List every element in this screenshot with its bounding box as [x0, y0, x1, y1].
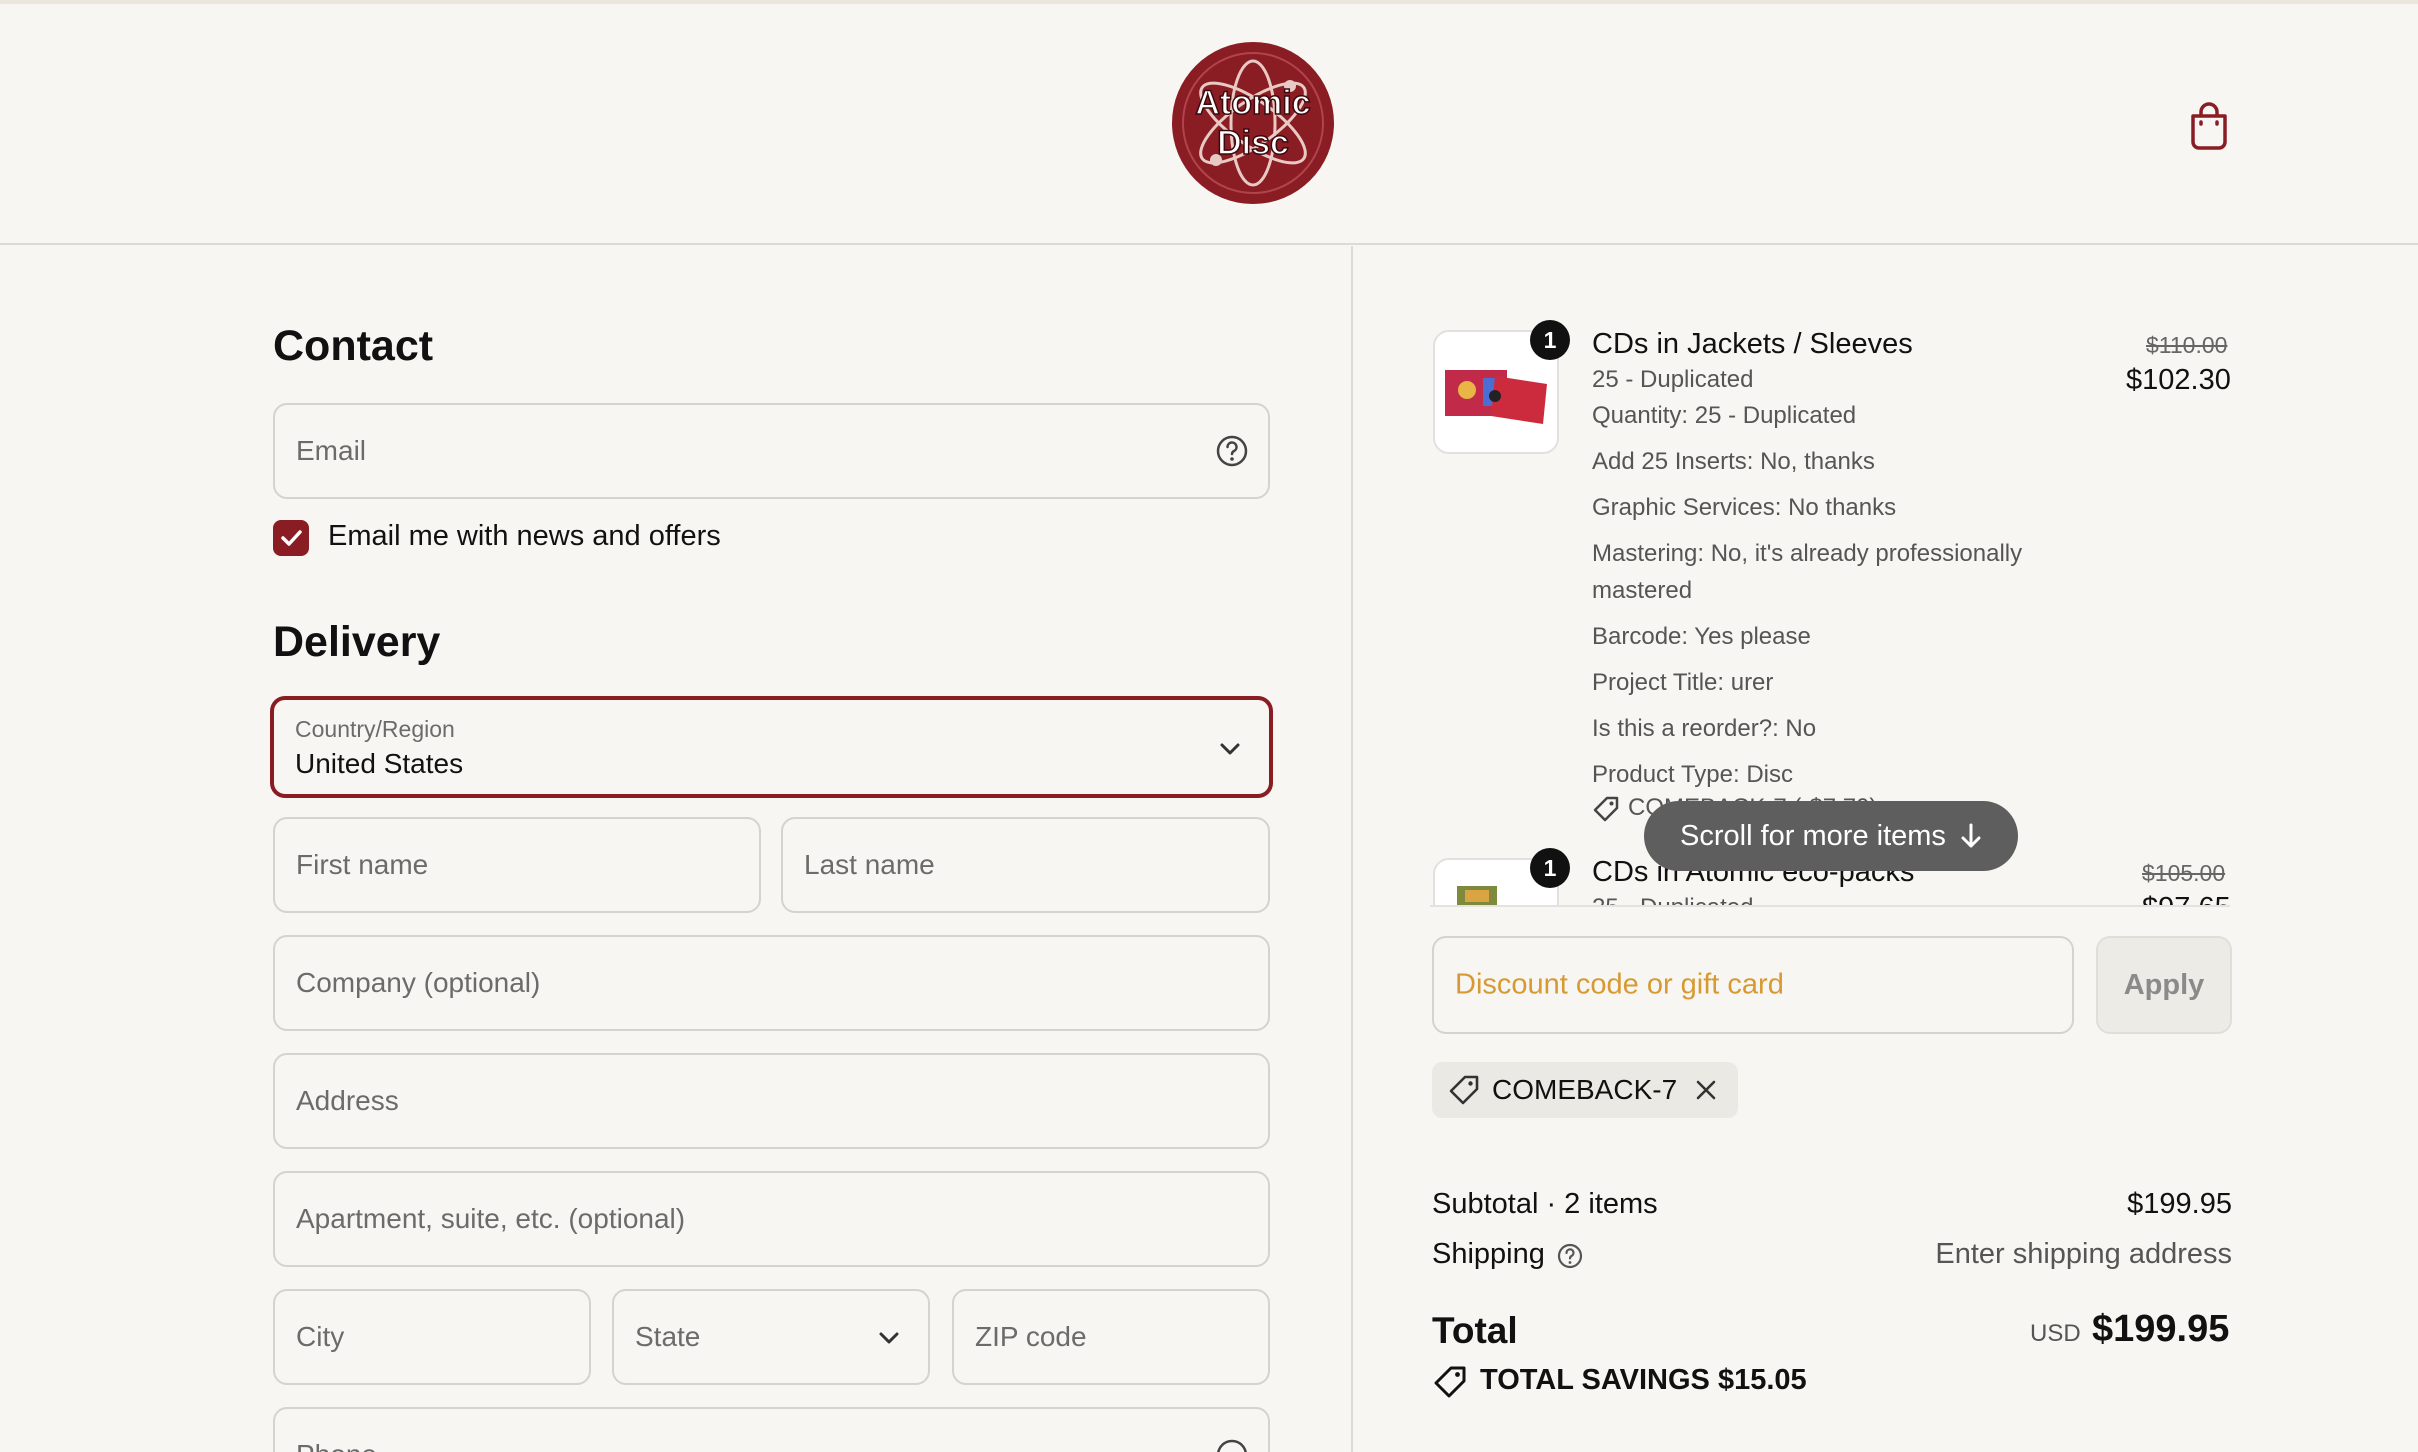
email-placeholder: Email: [296, 435, 367, 466]
company-placeholder: Company (optional): [296, 967, 541, 998]
tag-icon: [1593, 796, 1619, 822]
shipping-value: Enter shipping address: [1935, 1238, 2232, 1270]
zip-code-field[interactable]: ZIP code: [952, 1289, 1270, 1385]
address-placeholder: Address: [296, 1085, 399, 1116]
subtotal-value: $199.95: [2127, 1188, 2232, 1220]
item-detail: Mastering: No, it's already professional…: [1592, 540, 2023, 567]
subtotal-label: Subtotal · 2 items: [1432, 1188, 1658, 1220]
item-detail: Add 25 Inserts: No, thanks: [1592, 448, 1875, 475]
phone-placeholder: Phone: [296, 1439, 377, 1452]
scroll-hint-label: Scroll for more items: [1680, 819, 1946, 852]
country-label: Country/Region: [295, 716, 455, 742]
contact-heading: Contact: [273, 322, 434, 370]
total-value: $199.95: [2092, 1308, 2230, 1350]
state-placeholder: State: [635, 1321, 701, 1352]
first-name-placeholder: First name: [296, 849, 429, 880]
total-currency: USD: [2030, 1320, 2081, 1347]
column-divider: [1351, 246, 1353, 1452]
item-detail: Is this a reorder?: No: [1592, 715, 1817, 742]
city-field[interactable]: City: [273, 1289, 591, 1385]
applied-code: COMEBACK-7: [1492, 1074, 1678, 1105]
item-variant: 25 - Duplicated: [1592, 366, 1754, 393]
newsletter-label[interactable]: Email me with news and offers: [328, 520, 721, 553]
company-field[interactable]: Company (optional): [273, 935, 1270, 1031]
discount-code-input[interactable]: Discount code or gift card: [1432, 936, 2074, 1034]
state-select[interactable]: State: [612, 1289, 930, 1385]
shipping-label: Shipping: [1432, 1238, 1545, 1270]
check-icon: [281, 530, 302, 546]
city-placeholder: City: [296, 1321, 345, 1352]
last-name-placeholder: Last name: [804, 849, 935, 880]
email-field[interactable]: Email: [273, 403, 1270, 499]
address-field[interactable]: Address: [273, 1053, 1270, 1149]
item-original-price: $110.00: [2146, 332, 2228, 358]
phone-field[interactable]: Phone: [273, 1407, 1270, 1452]
item-quantity-badge: 1: [1530, 848, 1570, 888]
item-price: $102.30: [2126, 364, 2231, 396]
item-detail: mastered: [1592, 577, 1693, 604]
item-detail: Quantity: 25 - Duplicated: [1592, 402, 1857, 429]
delivery-heading: Delivery: [273, 618, 441, 666]
atom-logo-icon: Atomic Disc: [1173, 43, 1333, 203]
zip-placeholder: ZIP code: [975, 1321, 1087, 1352]
chevron-down-icon: [879, 1332, 899, 1344]
chevron-down-icon: [1220, 743, 1240, 755]
apartment-placeholder: Apartment, suite, etc. (optional): [296, 1203, 686, 1234]
tag-icon: [1434, 1366, 1466, 1398]
item-quantity-badge: 1: [1530, 320, 1570, 360]
tag-icon: [1449, 1075, 1479, 1105]
logo-text-line2: Disc: [1217, 124, 1289, 162]
scroll-for-more-button[interactable]: Scroll for more items: [1644, 801, 2018, 871]
help-circle-icon[interactable]: [1215, 1438, 1249, 1452]
help-circle-icon[interactable]: [1215, 434, 1249, 468]
item-detail: Product Type: Disc: [1592, 761, 1793, 788]
newsletter-checkbox[interactable]: [273, 520, 309, 556]
atomic-disc-logo[interactable]: Atomic Disc: [1172, 42, 1334, 204]
first-name-field[interactable]: First name: [273, 817, 761, 913]
last-name-field[interactable]: Last name: [781, 817, 1270, 913]
apply-discount-button[interactable]: Apply: [2096, 936, 2232, 1034]
help-circle-icon[interactable]: [1556, 1242, 1584, 1270]
total-savings: TOTAL SAVINGS $15.05: [1480, 1364, 1807, 1397]
country-region-select[interactable]: Country/Region United States: [271, 697, 1272, 797]
item-detail: Barcode: Yes please: [1592, 623, 1811, 650]
logo-text-line1: Atomic: [1195, 84, 1310, 122]
item-original-price: $105.00: [2142, 860, 2226, 886]
arrow-down-icon: [1961, 823, 1981, 848]
applied-discount-chip: COMEBACK-7: [1432, 1062, 1738, 1118]
close-icon[interactable]: [1694, 1078, 1718, 1102]
savings-label: TOTAL SAVINGS: [1480, 1364, 1710, 1396]
item-detail: Graphic Services: No thanks: [1592, 494, 1897, 521]
item-title: CDs in Jackets / Sleeves: [1592, 328, 1913, 360]
total-label: Total: [1432, 1310, 1518, 1351]
apartment-field[interactable]: Apartment, suite, etc. (optional): [273, 1171, 1270, 1267]
country-value: United States: [295, 748, 464, 779]
item-detail: Project Title: urer: [1592, 669, 1774, 696]
savings-value: $15.05: [1717, 1364, 1807, 1396]
shopping-bag-icon[interactable]: [2187, 100, 2231, 150]
header: Atomic Disc: [0, 0, 2418, 245]
line-items-scroll-edge: [1430, 905, 2230, 937]
discount-placeholder: Discount code or gift card: [1455, 968, 1784, 1001]
